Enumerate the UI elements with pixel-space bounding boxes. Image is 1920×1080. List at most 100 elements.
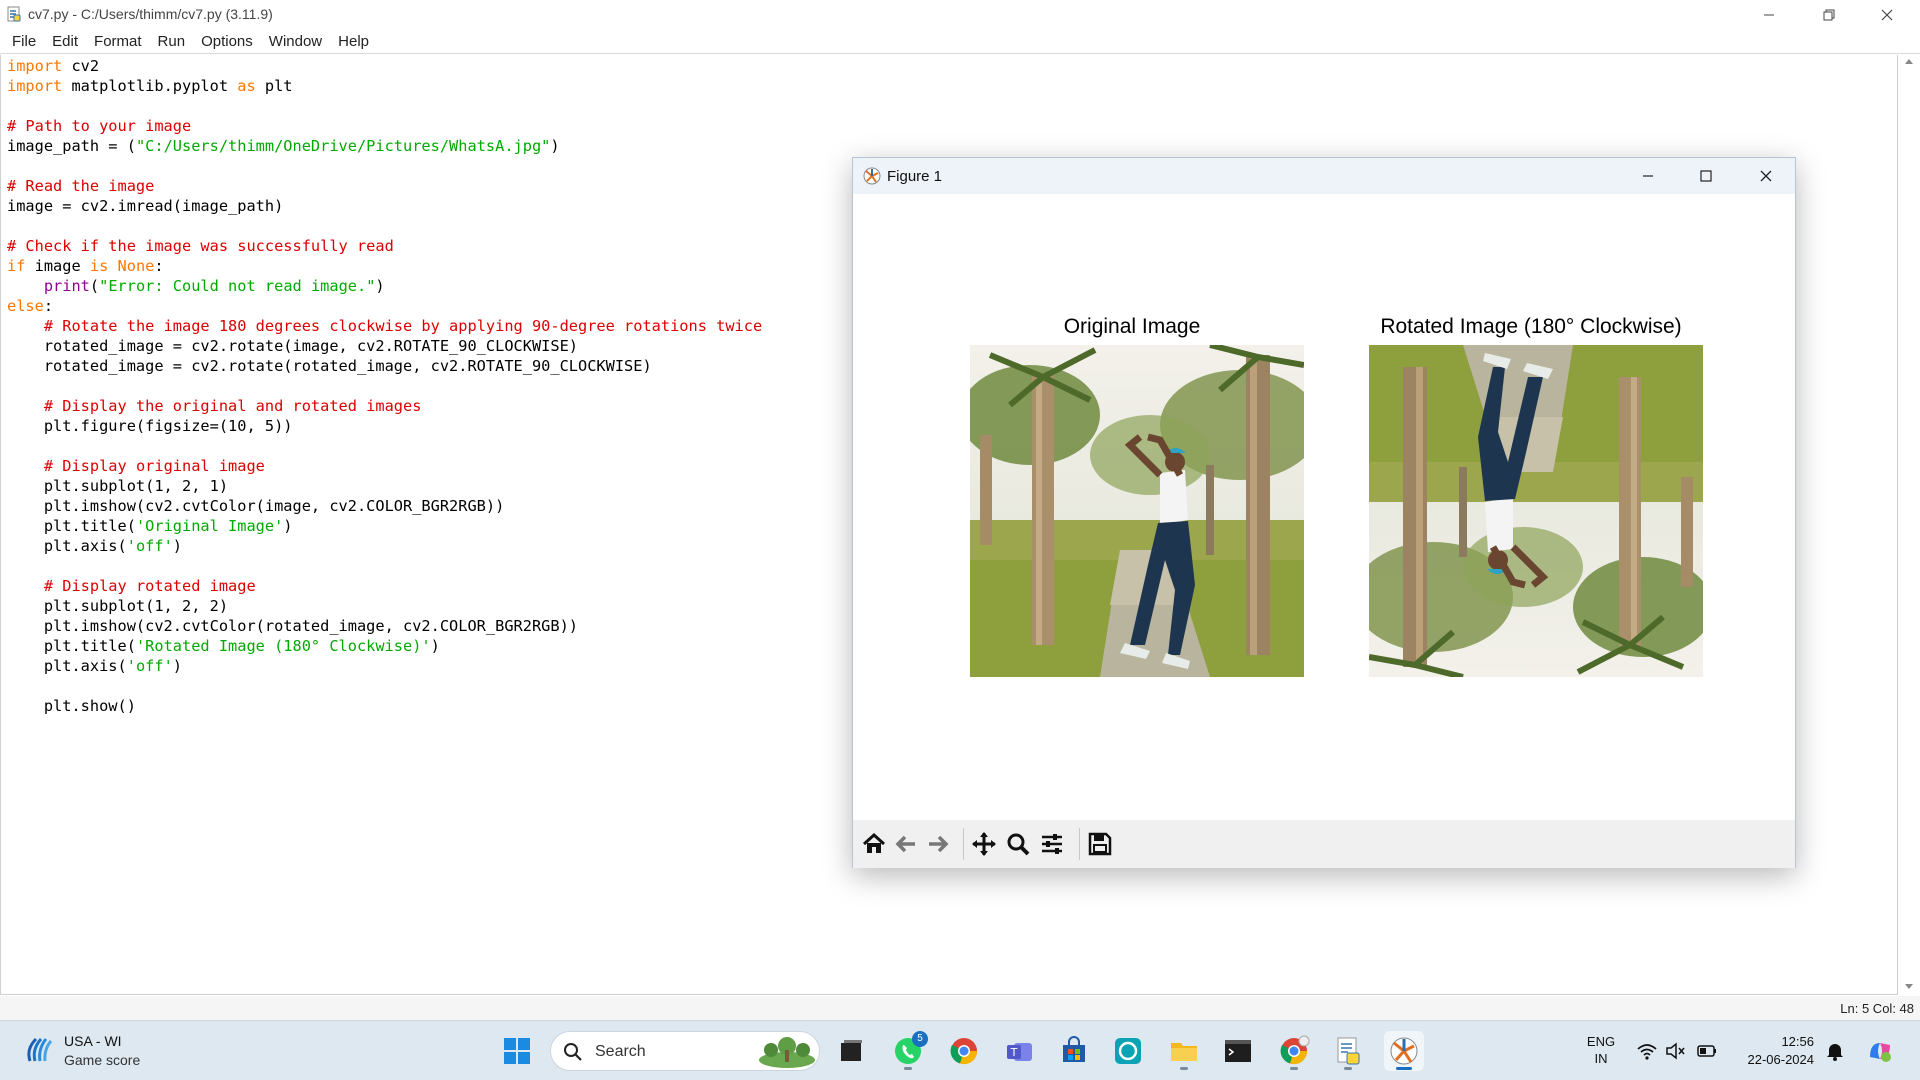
figure-minimize-button[interactable] [1619, 158, 1677, 194]
matplotlib-figure-button[interactable] [1384, 1031, 1424, 1071]
start-button[interactable] [497, 1031, 537, 1071]
code-line[interactable]: import cv2 [7, 56, 762, 76]
code-line[interactable]: plt.imshow(cv2.cvtColor(rotated_image, c… [7, 616, 762, 636]
code-token: # Path to your image [7, 117, 192, 135]
code-token: plt.axis( [7, 537, 127, 555]
forward-button[interactable] [923, 830, 953, 858]
clock[interactable]: 12:56 22-06-2024 [1734, 1033, 1815, 1069]
cricket-widget-icon [27, 1037, 53, 1062]
chrome-button[interactable] [944, 1031, 984, 1071]
close-button[interactable] [1858, 0, 1916, 29]
original-image [970, 345, 1304, 677]
scroll-up-icon[interactable] [1904, 57, 1914, 67]
figure-close-button[interactable] [1737, 158, 1795, 194]
code-line[interactable]: plt.title('Original Image') [7, 516, 762, 536]
code-token: "Error: Could not read image." [99, 277, 376, 295]
code-line[interactable]: plt.imshow(cv2.cvtColor(image, cv2.COLOR… [7, 496, 762, 516]
weather-widget[interactable]: USA - WI Game score [20, 1031, 180, 1071]
whatsapp-button[interactable]: 5 [888, 1031, 928, 1071]
volume-muted-icon[interactable] [1664, 1040, 1686, 1062]
whatsapp-badge: 5 [912, 1031, 928, 1047]
menu-format[interactable]: Format [86, 29, 150, 54]
alexa-button[interactable] [1108, 1031, 1148, 1071]
menu-help[interactable]: Help [330, 29, 377, 54]
code-line[interactable]: plt.axis('off') [7, 656, 762, 676]
python-idle-button[interactable] [1328, 1031, 1368, 1071]
pan-button[interactable] [969, 830, 999, 858]
wifi-icon[interactable] [1636, 1040, 1658, 1062]
code-text[interactable]: import cv2 import matplotlib.pyplot as pl… [7, 56, 762, 716]
code-line[interactable] [7, 156, 762, 176]
minimize-button[interactable] [1740, 0, 1798, 29]
file-explorer-icon [1171, 1043, 1197, 1061]
language-indicator[interactable]: ENG IN [1584, 1033, 1618, 1067]
code-line[interactable]: # Read the image [7, 176, 762, 196]
code-token: ) [172, 657, 183, 675]
code-token: plt [255, 77, 293, 95]
code-line[interactable]: import matplotlib.pyplot as plt [7, 76, 762, 96]
file-explorer-button[interactable] [1164, 1031, 1204, 1071]
menu-window[interactable]: Window [261, 29, 330, 54]
code-token: 'off' [126, 657, 173, 675]
running-indicator [904, 1067, 912, 1070]
back-button[interactable] [891, 830, 921, 858]
code-token: : [154, 257, 164, 275]
subplot1-title: Original Image [1063, 315, 1201, 338]
copilot-icon[interactable] [1866, 1037, 1894, 1065]
code-line[interactable]: image_path = ("C:/Users/thimm/OneDrive/P… [7, 136, 762, 156]
code-token: "C:/Users/thimm/OneDrive/Pictures/WhatsA… [135, 137, 551, 155]
code-line[interactable]: plt.axis('off') [7, 536, 762, 556]
scroll-down-icon[interactable] [1904, 981, 1914, 991]
code-line[interactable]: # Display rotated image [7, 576, 762, 596]
home-button[interactable] [859, 830, 889, 858]
store-button[interactable] [1054, 1031, 1094, 1071]
taskbar-search[interactable]: Search [550, 1031, 820, 1071]
code-line[interactable]: plt.title('Rotated Image (180° Clockwise… [7, 636, 762, 656]
code-line[interactable] [7, 556, 762, 576]
code-line[interactable]: # Display original image [7, 456, 762, 476]
code-line[interactable]: image = cv2.imread(image_path) [7, 196, 762, 216]
terminal-button[interactable] [1218, 1031, 1258, 1071]
menu-options[interactable]: Options [193, 29, 261, 54]
menu-run[interactable]: Run [150, 29, 194, 54]
code-line[interactable]: plt.figure(figsize=(10, 5)) [7, 416, 762, 436]
code-line[interactable]: # Display the original and rotated image… [7, 396, 762, 416]
code-line[interactable]: else: [7, 296, 762, 316]
search-highlight-icon [759, 1037, 815, 1068]
configure-subplots-button[interactable] [1037, 830, 1067, 858]
code-line[interactable]: plt.show() [7, 696, 762, 716]
figure-toolbar [853, 820, 1795, 868]
taskbar: USA - WI Game score Search 5 T ENG IN 12… [0, 1020, 1920, 1080]
code-line[interactable]: rotated_image = cv2.rotate(rotated_image… [7, 356, 762, 376]
minimize-icon [1764, 14, 1774, 15]
code-line[interactable]: # Path to your image [7, 116, 762, 136]
restore-button[interactable] [1800, 0, 1858, 29]
code-line[interactable]: # Rotate the image 180 degrees clockwise… [7, 316, 762, 336]
save-button[interactable] [1085, 830, 1115, 858]
chrome-profile-button[interactable] [1274, 1031, 1314, 1071]
code-line[interactable]: print("Error: Could not read image.") [7, 276, 762, 296]
code-token: plt.title( [7, 517, 136, 535]
code-line[interactable] [7, 376, 762, 396]
code-token: # Check if the image was successfully re… [7, 237, 394, 255]
figure-window[interactable]: Figure 1 Original Image Rotated Image (1… [852, 157, 1796, 868]
menu-edit[interactable]: Edit [44, 29, 86, 54]
code-line[interactable] [7, 676, 762, 696]
code-line[interactable]: if image is None: [7, 256, 762, 276]
code-line[interactable]: plt.subplot(1, 2, 2) [7, 596, 762, 616]
teams-button[interactable]: T [1000, 1031, 1040, 1071]
code-line[interactable]: rotated_image = cv2.rotate(image, cv2.RO… [7, 336, 762, 356]
zoom-button[interactable] [1003, 830, 1033, 858]
close-icon [1760, 170, 1772, 182]
menu-file[interactable]: File [4, 29, 44, 54]
code-line[interactable]: plt.subplot(1, 2, 1) [7, 476, 762, 496]
code-line[interactable] [7, 216, 762, 236]
figure-maximize-button[interactable] [1677, 158, 1735, 194]
notification-bell-icon[interactable] [1824, 1040, 1846, 1062]
task-view-button[interactable] [831, 1031, 871, 1071]
code-line[interactable] [7, 436, 762, 456]
code-line[interactable]: # Check if the image was successfully re… [7, 236, 762, 256]
code-line[interactable] [7, 96, 762, 116]
battery-icon[interactable] [1696, 1040, 1718, 1062]
vertical-scrollbar[interactable] [1898, 55, 1920, 995]
